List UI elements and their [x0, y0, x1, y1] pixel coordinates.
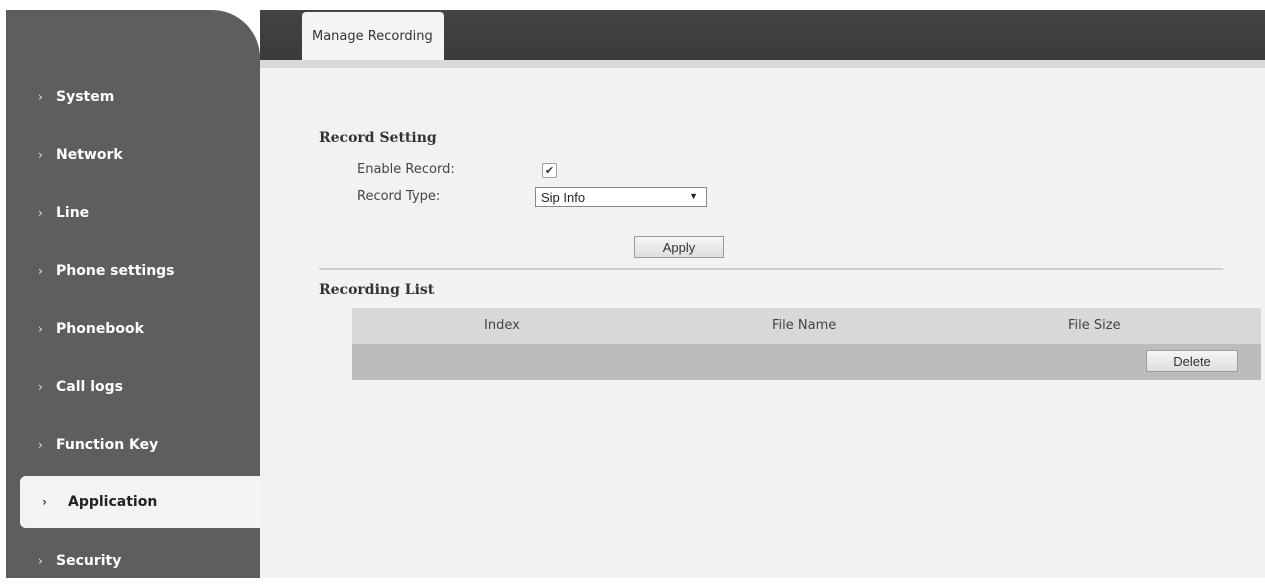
- recording-list-title: Recording List: [319, 282, 435, 298]
- chevron-right-icon: ›: [38, 264, 43, 278]
- sidebar-item-label: Call logs: [56, 379, 123, 395]
- sidebar-item-application[interactable]: › Application: [20, 476, 260, 528]
- delete-button[interactable]: Delete: [1146, 350, 1238, 372]
- column-header-index: Index: [484, 318, 520, 333]
- sidebar-item-label: Security: [56, 553, 122, 569]
- column-header-file-name: File Name: [772, 318, 837, 333]
- sidebar-item-phone-settings[interactable]: › Phone settings: [6, 248, 254, 294]
- recording-table-header: Index File Name File Size: [352, 308, 1261, 344]
- sidebar-item-label: Function Key: [56, 437, 159, 453]
- record-type-value: Sip Info: [541, 189, 586, 205]
- sidebar-item-system[interactable]: › System: [6, 74, 254, 120]
- chevron-right-icon: ›: [38, 438, 43, 452]
- apply-button[interactable]: Apply: [634, 236, 724, 258]
- sidebar-item-phonebook[interactable]: › Phonebook: [6, 306, 254, 352]
- chevron-right-icon: ›: [38, 554, 43, 568]
- chevron-right-icon: ›: [38, 148, 43, 162]
- record-type-select[interactable]: Sip Info ▼: [535, 187, 707, 207]
- chevron-right-icon: ›: [42, 495, 47, 509]
- sidebar-item-call-logs[interactable]: › Call logs: [6, 364, 254, 410]
- sidebar-item-line[interactable]: › Line: [6, 190, 254, 236]
- enable-record-label: Enable Record:: [357, 162, 455, 177]
- section-divider: [319, 268, 1223, 270]
- chevron-right-icon: ›: [38, 380, 43, 394]
- chevron-right-icon: ›: [38, 90, 43, 104]
- sidebar-item-label: Phone settings: [56, 263, 175, 279]
- chevron-right-icon: ›: [38, 206, 43, 220]
- sidebar-item-function-key[interactable]: › Function Key: [6, 422, 254, 468]
- enable-record-checkbox[interactable]: ✔: [542, 163, 557, 178]
- checkmark-icon: ✔: [544, 164, 555, 177]
- record-type-label: Record Type:: [357, 189, 441, 204]
- sidebar-item-security[interactable]: › Security: [6, 538, 254, 584]
- chevron-right-icon: ›: [38, 322, 43, 336]
- record-setting-title: Record Setting: [319, 130, 437, 146]
- dropdown-arrow-icon: ▼: [689, 191, 698, 201]
- tab-underline-strip: [260, 60, 1265, 68]
- column-header-file-size: File Size: [1068, 318, 1121, 333]
- sidebar-item-label: Application: [68, 494, 158, 510]
- recording-table-action-row: Delete: [352, 344, 1261, 380]
- sidebar-item-label: System: [56, 89, 115, 105]
- sidebar-nav: › System › Network › Line › Phone settin…: [6, 10, 260, 578]
- sidebar-item-label: Network: [56, 147, 123, 163]
- sidebar-item-network[interactable]: › Network: [6, 132, 254, 178]
- tab-manage-recording[interactable]: Manage Recording: [302, 12, 444, 60]
- sidebar-item-label: Line: [56, 205, 90, 221]
- sidebar-item-label: Phonebook: [56, 321, 144, 337]
